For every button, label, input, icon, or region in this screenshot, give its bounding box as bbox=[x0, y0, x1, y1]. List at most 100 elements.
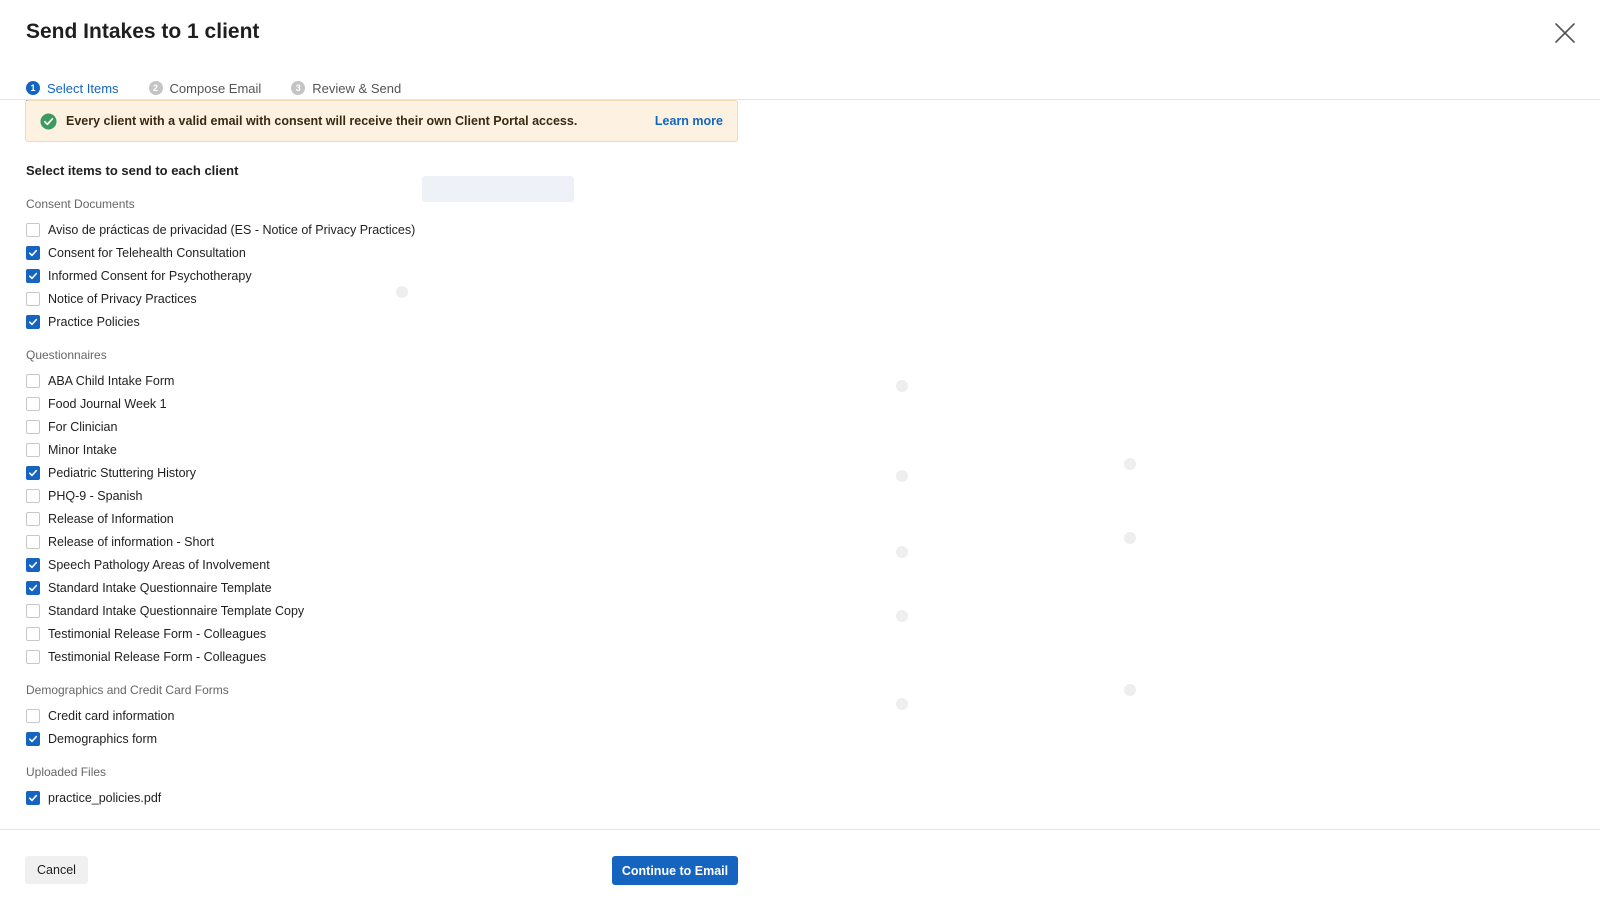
cancel-button[interactable]: Cancel bbox=[25, 856, 88, 884]
item-label: Food Journal Week 1 bbox=[48, 396, 167, 411]
item-label: Aviso de prácticas de privacidad (ES - N… bbox=[48, 222, 416, 237]
checkmark-icon bbox=[29, 318, 38, 325]
checkbox-checked[interactable] bbox=[26, 731, 40, 746]
list-item[interactable]: practice_policies.pdf bbox=[26, 786, 526, 809]
checkbox-checked[interactable] bbox=[26, 268, 40, 283]
list-item[interactable]: Standard Intake Questionnaire Template C… bbox=[26, 599, 526, 622]
background-dot bbox=[1124, 458, 1136, 470]
background-dot bbox=[896, 698, 908, 710]
list-item[interactable]: Practice Policies bbox=[26, 310, 526, 333]
item-label: Consent for Telehealth Consultation bbox=[48, 245, 246, 260]
checkbox[interactable] bbox=[26, 626, 40, 641]
footer-divider bbox=[0, 829, 1600, 830]
checkbox[interactable] bbox=[26, 649, 40, 664]
checkbox[interactable] bbox=[26, 291, 40, 306]
group-demographics-credit-card: Demographics and Credit Card Forms Credi… bbox=[26, 682, 526, 750]
checkmark-icon bbox=[29, 735, 38, 742]
group-consent-documents: Consent Documents Aviso de prácticas de … bbox=[26, 196, 526, 333]
list-item[interactable]: Minor Intake bbox=[26, 438, 526, 461]
list-item[interactable]: Speech Pathology Areas of Involvement bbox=[26, 553, 526, 576]
step-label: Review & Send bbox=[312, 80, 402, 96]
list-item[interactable]: Demographics form bbox=[26, 727, 526, 750]
item-label: Credit card information bbox=[48, 708, 175, 723]
modal-title: Send Intakes to 1 client bbox=[26, 20, 260, 43]
checkbox[interactable] bbox=[26, 442, 40, 457]
background-dot bbox=[896, 546, 908, 558]
checkbox-checked[interactable] bbox=[26, 580, 40, 595]
checkmark-icon bbox=[29, 249, 38, 256]
step-compose-email[interactable]: 2 Compose Email bbox=[148, 76, 262, 100]
step-select-items[interactable]: 1 Select Items bbox=[26, 76, 119, 102]
group-questionnaires: Questionnaires ABA Child Intake Form Foo… bbox=[26, 347, 526, 668]
close-button[interactable] bbox=[1552, 20, 1578, 46]
checkbox-checked[interactable] bbox=[26, 790, 40, 805]
group-uploaded-files: Uploaded Files practice_policies.pdf bbox=[26, 764, 526, 809]
list-item[interactable]: PHQ-9 - Spanish bbox=[26, 484, 526, 507]
item-label: Speech Pathology Areas of Involvement bbox=[48, 557, 270, 572]
item-label: Notice of Privacy Practices bbox=[48, 291, 197, 306]
item-label: ABA Child Intake Form bbox=[48, 373, 175, 388]
item-label: practice_policies.pdf bbox=[48, 790, 162, 805]
list-item[interactable]: Standard Intake Questionnaire Template bbox=[26, 576, 526, 599]
checkmark-icon bbox=[29, 794, 38, 801]
item-label: Standard Intake Questionnaire Template C… bbox=[48, 603, 305, 618]
list-item[interactable]: Testimonial Release Form - Colleagues bbox=[26, 622, 526, 645]
checkmark-icon bbox=[29, 469, 38, 476]
checkbox-checked[interactable] bbox=[26, 465, 40, 480]
section-heading: Select items to send to each client bbox=[26, 163, 239, 178]
checkmark-icon bbox=[29, 561, 38, 568]
step-label: Select Items bbox=[47, 80, 119, 96]
list-item[interactable]: Credit card information bbox=[26, 704, 526, 727]
item-label: Testimonial Release Form - Colleagues bbox=[48, 649, 267, 664]
portal-access-banner: Every client with a valid email with con… bbox=[25, 100, 738, 142]
item-label: Practice Policies bbox=[48, 314, 140, 329]
item-label: Informed Consent for Psychotherapy bbox=[48, 268, 252, 283]
list-item[interactable]: Aviso de prácticas de privacidad (ES - N… bbox=[26, 218, 526, 241]
checkbox[interactable] bbox=[26, 419, 40, 434]
list-item[interactable]: Testimonial Release Form - Colleagues bbox=[26, 645, 526, 668]
close-icon bbox=[1555, 23, 1575, 43]
checkbox[interactable] bbox=[26, 222, 40, 237]
check-circle-icon bbox=[40, 112, 57, 130]
list-item[interactable]: Pediatric Stuttering History bbox=[26, 461, 526, 484]
list-item[interactable]: Consent for Telehealth Consultation bbox=[26, 241, 526, 264]
checkbox[interactable] bbox=[26, 511, 40, 526]
list-item[interactable]: Informed Consent for Psychotherapy bbox=[26, 264, 526, 287]
checkmark-icon bbox=[29, 584, 38, 591]
item-label: Testimonial Release Form - Colleagues bbox=[48, 626, 267, 641]
step-review-send[interactable]: 3 Review & Send bbox=[291, 76, 401, 100]
item-label: PHQ-9 - Spanish bbox=[48, 488, 143, 503]
list-item[interactable]: Food Journal Week 1 bbox=[26, 392, 526, 415]
checkbox[interactable] bbox=[26, 603, 40, 618]
checkbox-checked[interactable] bbox=[26, 557, 40, 572]
list-item[interactable]: Notice of Privacy Practices bbox=[26, 287, 526, 310]
list-item[interactable]: ABA Child Intake Form bbox=[26, 369, 526, 392]
background-dot bbox=[896, 380, 908, 392]
checkbox[interactable] bbox=[26, 488, 40, 503]
step-number: 3 bbox=[291, 81, 306, 95]
list-item[interactable]: For Clinician bbox=[26, 415, 526, 438]
item-label: Release of Information bbox=[48, 511, 174, 526]
checkbox[interactable] bbox=[26, 396, 40, 411]
item-label: Standard Intake Questionnaire Template bbox=[48, 580, 272, 595]
checkbox[interactable] bbox=[26, 534, 40, 549]
checkmark-icon bbox=[29, 272, 38, 279]
step-number: 1 bbox=[26, 81, 40, 95]
list-item[interactable]: Release of Information bbox=[26, 507, 526, 530]
checkbox[interactable] bbox=[26, 373, 40, 388]
stepper: 1 Select Items 2 Compose Email 3 Review … bbox=[26, 76, 401, 102]
checkbox-checked[interactable] bbox=[26, 314, 40, 329]
checkbox[interactable] bbox=[26, 708, 40, 723]
checkbox-checked[interactable] bbox=[26, 245, 40, 260]
step-number: 2 bbox=[148, 81, 163, 95]
items-list: Consent Documents Aviso de prácticas de … bbox=[26, 196, 526, 823]
item-label: Minor Intake bbox=[48, 442, 117, 457]
step-label: Compose Email bbox=[169, 80, 262, 96]
continue-to-email-button[interactable]: Continue to Email bbox=[612, 856, 738, 885]
item-label: For Clinician bbox=[48, 419, 118, 434]
group-label: Consent Documents bbox=[26, 197, 135, 211]
background-dot bbox=[896, 470, 908, 482]
learn-more-link[interactable]: Learn more bbox=[655, 114, 723, 128]
list-item[interactable]: Release of information - Short bbox=[26, 530, 526, 553]
item-label: Pediatric Stuttering History bbox=[48, 465, 196, 480]
